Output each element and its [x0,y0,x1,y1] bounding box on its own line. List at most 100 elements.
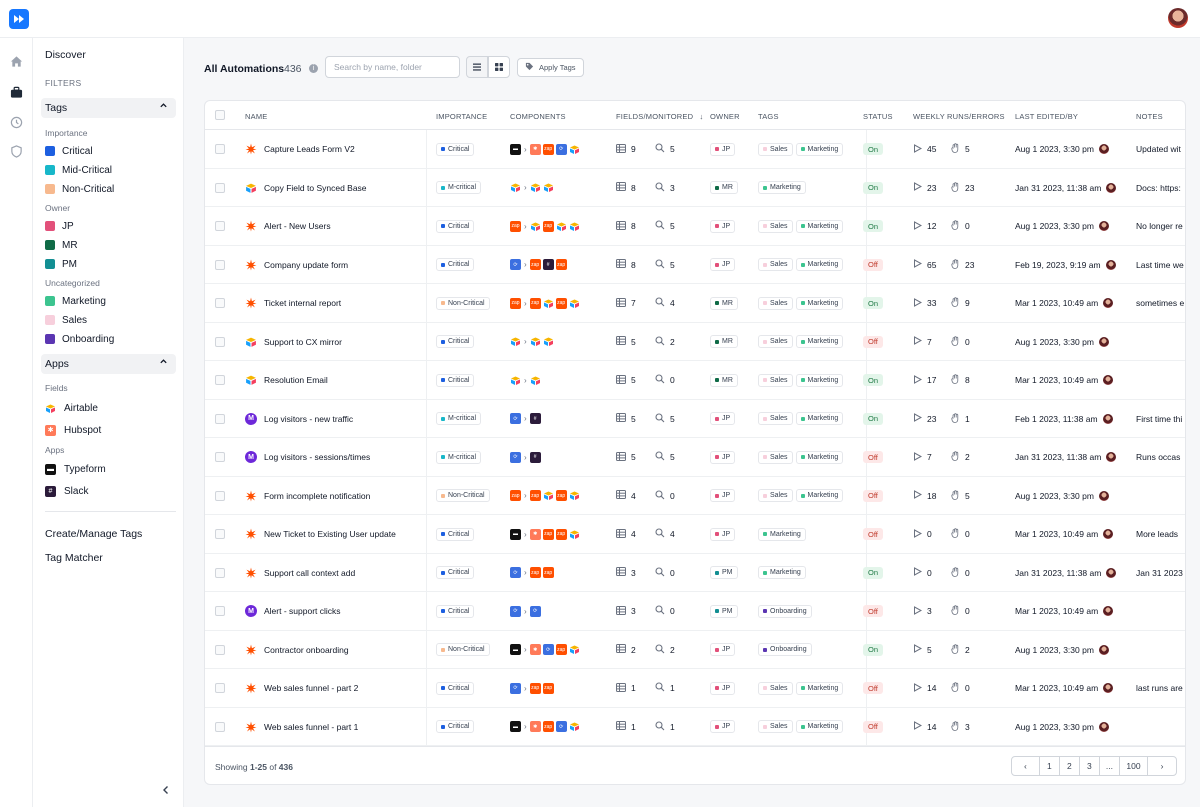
clock-icon[interactable] [8,114,24,130]
tag-badge[interactable]: Marketing [758,181,806,194]
tag-badge[interactable]: Sales [758,412,793,425]
table-row[interactable]: M Alert - support clicks Critical ⟳ › ⟳ 3 0 PM On… [205,592,1185,631]
automation-name[interactable]: Support to CX mirror [264,337,342,347]
table-row[interactable]: Copy Field to Synced Base M-critical › 8 3 MR… [205,169,1185,207]
automation-name[interactable]: Log visitors - sessions/times [264,452,370,462]
automation-name[interactable]: Ticket internal report [264,298,341,308]
table-row[interactable]: Alert - New Users Critical zap › zap 8 5 JP Sale… [205,207,1185,246]
row-checkbox[interactable] [215,130,225,168]
create-manage-tags-link[interactable]: Create/Manage Tags [45,528,142,540]
filter-item-non-critical[interactable]: Non-Critical [45,182,114,196]
tag-badge[interactable]: Sales [758,450,793,464]
filter-item-hubspot[interactable]: ✱ Hubspot [45,423,101,437]
editor-avatar[interactable] [1098,490,1109,501]
select-all-checkbox[interactable] [215,110,225,120]
table-row[interactable]: M Log visitors - sessions/times M-critical… [205,438,1185,477]
discover-link[interactable]: Discover [45,49,86,61]
table-row[interactable]: Support to CX mirror Critical › 5 2 MR Sales Ma… [205,323,1185,361]
table-row[interactable]: Contractor onboarding Non-Critical ▬ › ✱ ⟳ zap… [205,631,1185,669]
row-checkbox[interactable] [215,207,225,245]
table-row[interactable]: Ticket internal report Non-Critical zap › za… [205,284,1185,323]
tag-badge[interactable]: Onboarding [758,604,812,618]
automation-name[interactable]: Web sales funnel - part 1 [264,722,358,732]
status-toggle[interactable]: Off [863,258,883,271]
automation-name[interactable]: Capture Leads Form V2 [264,144,355,154]
owner-badge[interactable]: JP [710,258,736,271]
automation-name-cell[interactable]: Ticket internal report [245,284,423,322]
tag-badge[interactable]: Marketing [795,450,844,464]
importance-badge[interactable]: Critical [436,681,475,695]
row-checkbox[interactable] [215,361,225,399]
importance-badge[interactable]: Critical [436,527,475,541]
col-notes[interactable]: NOTES [1136,112,1163,121]
automation-name[interactable]: Resolution Email [264,375,328,385]
tag-badge[interactable]: Marketing [758,566,806,579]
automation-name-cell[interactable]: New Ticket to Existing User update [245,515,423,553]
editor-avatar[interactable] [1098,644,1109,655]
automation-name-cell[interactable]: Web sales funnel - part 1 [245,708,423,746]
importance-badge[interactable]: Non-Critical [436,296,490,310]
filter-item-critical[interactable]: Critical [45,144,93,158]
status-toggle[interactable]: Off [863,489,883,502]
list-view-button[interactable] [466,56,488,78]
table-row[interactable]: New Ticket to Existing User update Critic… [205,515,1185,554]
page-100-button[interactable]: 100 [1120,757,1148,775]
row-checkbox[interactable] [215,323,225,361]
col-last-edited[interactable]: LAST EDITED/BY [1015,112,1078,121]
importance-badge[interactable]: Non-Critical [436,489,490,502]
table-row[interactable]: Web sales funnel - part 1 Critical ▬ › ✱ zap ⟳… [205,708,1185,746]
automation-name[interactable]: New Ticket to Existing User update [264,529,396,539]
sort-down-icon[interactable]: ↓ [700,112,704,121]
tag-badge[interactable]: Sales [758,720,793,733]
automation-name[interactable]: Contractor onboarding [264,645,349,655]
automation-name[interactable]: Company update form [264,260,348,270]
automation-name[interactable]: Support call context add [264,568,355,578]
user-avatar[interactable] [1168,8,1188,28]
col-importance[interactable]: IMPORTANCE [436,112,487,121]
col-status[interactable]: STATUS [863,112,893,121]
automation-name-cell[interactable]: Resolution Email [245,361,423,399]
owner-badge[interactable]: JP [710,219,736,233]
automation-name-cell[interactable]: Alert - New Users [245,207,423,245]
owner-badge[interactable]: JP [710,720,736,733]
importance-badge[interactable]: Critical [436,604,475,618]
editor-avatar[interactable] [1105,259,1116,270]
importance-badge[interactable]: Critical [436,566,475,579]
tag-badge[interactable]: Sales [758,219,793,233]
row-checkbox[interactable] [215,554,225,592]
col-name[interactable]: NAME [245,112,267,121]
tag-badge[interactable]: Sales [758,335,793,348]
filter-item-mr[interactable]: MR [45,238,78,252]
editor-avatar[interactable] [1106,452,1117,462]
editor-avatar[interactable] [1103,606,1114,616]
col-components[interactable]: COMPONENTS [510,112,566,121]
tag-badge[interactable]: Sales [758,681,793,695]
tag-matcher-link[interactable]: Tag Matcher [45,552,103,564]
page-1-button[interactable]: 1 [1040,757,1060,775]
row-checkbox[interactable] [215,592,225,630]
importance-badge[interactable]: Critical [436,373,475,387]
apply-tags-button[interactable]: Apply Tags [517,58,584,77]
automation-name-cell[interactable]: Form incomplete notification [245,477,423,515]
prev-page-button[interactable]: ‹ [1012,757,1040,775]
app-logo-icon[interactable] [9,9,29,29]
filter-item-sales[interactable]: Sales [45,313,87,327]
automation-name-cell[interactable]: Support to CX mirror [245,323,423,361]
tag-badge[interactable]: Marketing [795,219,844,233]
col-tags[interactable]: TAGS [758,112,779,121]
chevron-up-icon[interactable] [159,101,168,112]
tag-badge[interactable]: Onboarding [758,643,812,656]
editor-avatar[interactable] [1098,336,1109,347]
importance-badge[interactable]: Critical [436,720,475,733]
filter-item-marketing[interactable]: Marketing [45,294,106,308]
editor-avatar[interactable] [1103,683,1114,693]
tag-badge[interactable]: Marketing [795,720,844,733]
automation-name[interactable]: Alert - New Users [264,221,331,231]
automation-name-cell[interactable]: M Log visitors - sessions/times [245,438,423,476]
owner-badge[interactable]: JP [710,489,736,502]
row-checkbox[interactable] [215,669,225,707]
next-page-button[interactable]: › [1148,757,1176,775]
search-input[interactable] [325,56,460,78]
status-toggle[interactable]: On [863,181,884,194]
owner-badge[interactable]: MR [710,373,738,387]
